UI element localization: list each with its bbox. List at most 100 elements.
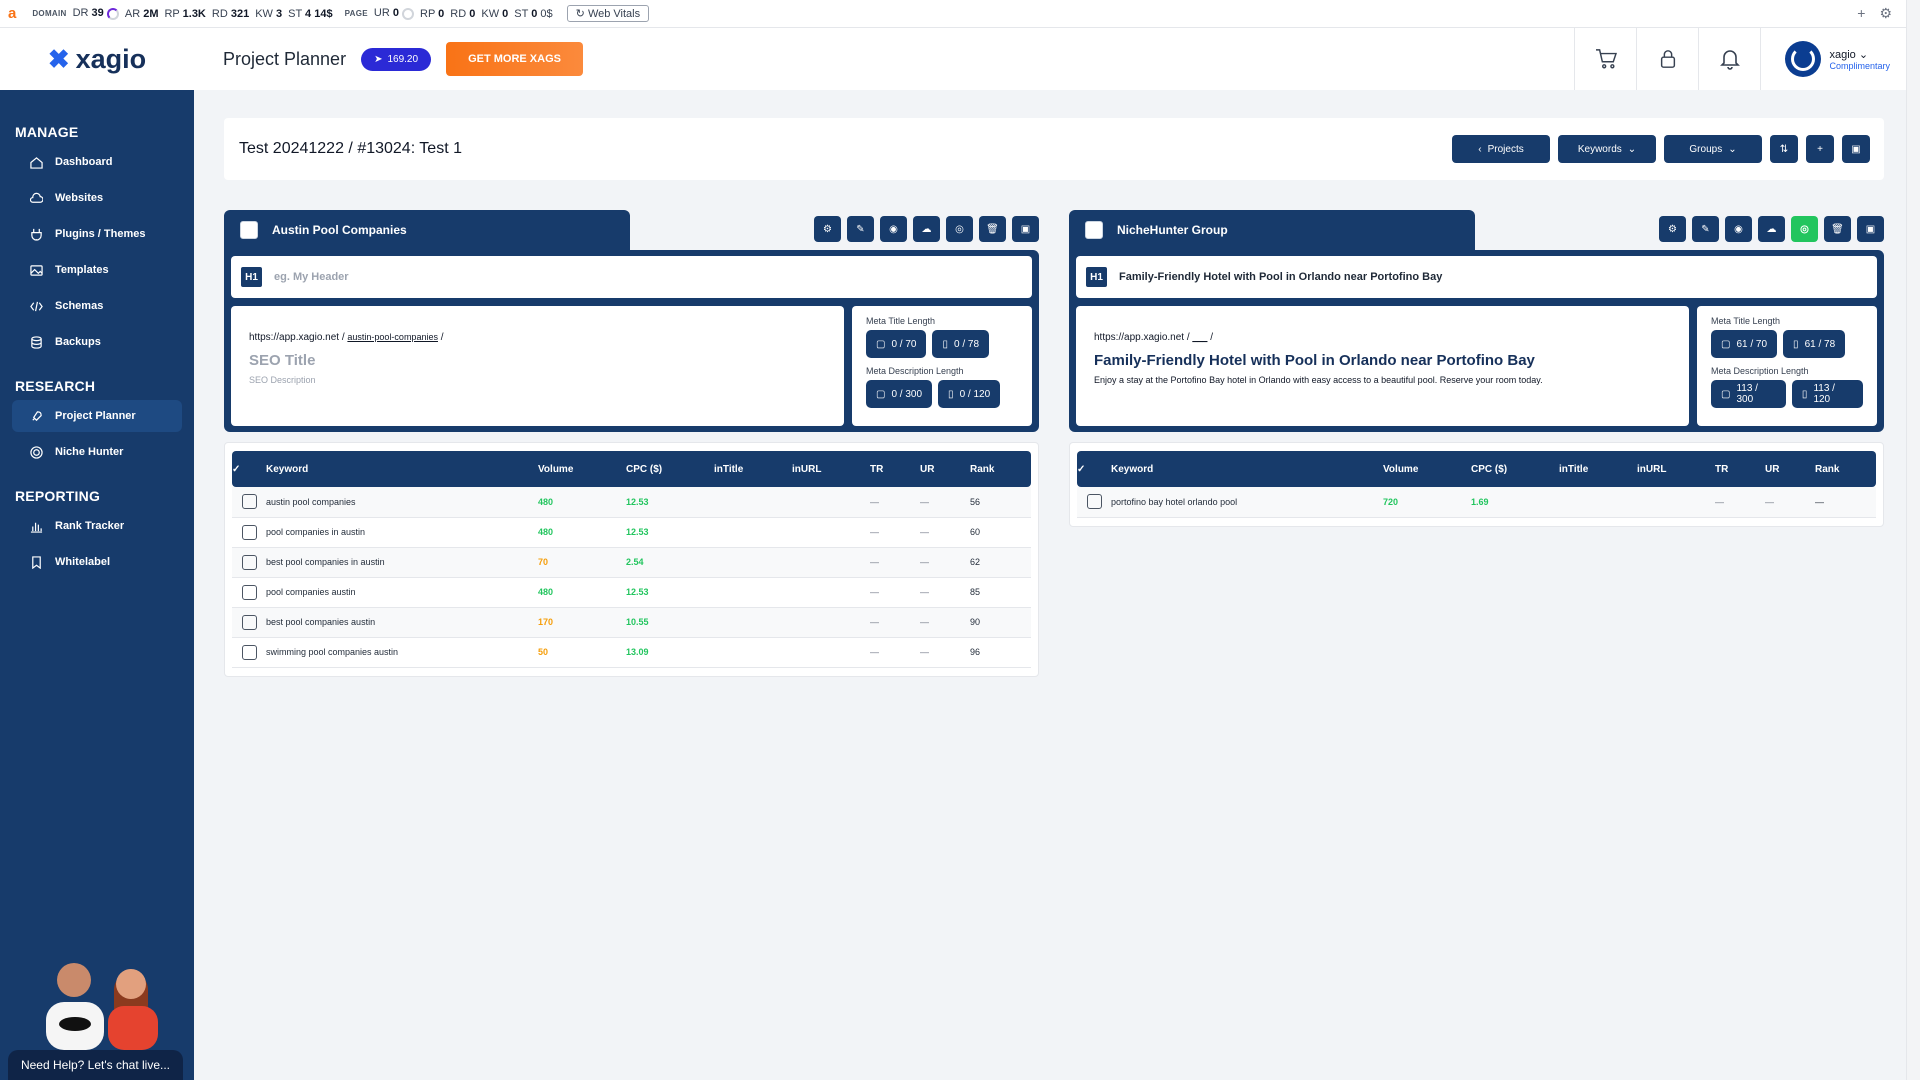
- seo-title[interactable]: SEO Title: [249, 352, 826, 369]
- col-ur[interactable]: UR: [1765, 451, 1815, 487]
- sidebar-item-backups[interactable]: Backups: [12, 326, 182, 358]
- sidebar-item-rank-tracker[interactable]: Rank Tracker: [12, 510, 182, 542]
- keyword-cell[interactable]: austin pool companies: [266, 487, 538, 518]
- trash-icon[interactable]: 🗑: [1824, 216, 1851, 242]
- meta-title-desktop-badge: ▢ 61 / 70: [1711, 330, 1778, 358]
- seo-title[interactable]: Family-Friendly Hotel with Pool in Orlan…: [1094, 352, 1671, 369]
- seo-description[interactable]: Enjoy a stay at the Portofino Bay hotel …: [1094, 375, 1671, 385]
- table-row[interactable]: best pool companies austin 170 10.55— —90: [232, 607, 1031, 638]
- h1-row[interactable]: H1 Family-Friendly Hotel with Pool in Or…: [1076, 256, 1877, 298]
- table-row[interactable]: portofino bay hotel orlando pool 720 1.69 —…: [1077, 487, 1876, 518]
- cloud-icon[interactable]: ☁: [913, 216, 940, 242]
- cloud-icon[interactable]: ☁: [1758, 216, 1785, 242]
- keyword-cell[interactable]: portofino bay hotel orlando pool: [1111, 487, 1383, 518]
- col-keyword[interactable]: Keyword: [266, 451, 538, 487]
- row-checkbox[interactable]: [241, 554, 257, 570]
- xagio-x-icon: ✖: [47, 43, 70, 74]
- select-all-icon[interactable]: ✓: [232, 451, 266, 487]
- live-chat-widget[interactable]: Need Help? Let's chat live...: [8, 940, 183, 1080]
- meta-title-mobile-badge: ▯ 0 / 78: [932, 330, 990, 358]
- keyword-cell[interactable]: pool companies austin: [266, 577, 538, 608]
- url-slug[interactable]: austin-pool-companies: [347, 332, 438, 342]
- h1-value[interactable]: Family-Friendly Hotel with Pool in Orlan…: [1119, 271, 1442, 283]
- col-tr[interactable]: TR: [870, 451, 920, 487]
- sort-icon[interactable]: ⇅: [1770, 135, 1798, 163]
- bell-icon[interactable]: [1698, 28, 1760, 90]
- h1-row[interactable]: H1 eg. My Header: [231, 256, 1032, 298]
- save-icon[interactable]: ▣: [1857, 216, 1884, 242]
- settings-icon[interactable]: ⚙: [1659, 216, 1686, 242]
- seo-ai-icon[interactable]: ◎: [1791, 216, 1818, 242]
- keywords-dropdown[interactable]: Keywords ⌄: [1558, 135, 1656, 163]
- col-keyword[interactable]: Keyword: [1111, 451, 1383, 487]
- col-rank[interactable]: Rank: [1815, 451, 1876, 487]
- col-rank[interactable]: Rank: [970, 451, 1031, 487]
- projects-button[interactable]: ‹ Projects: [1452, 135, 1550, 163]
- seo-ai-icon[interactable]: ◎: [946, 216, 973, 242]
- col-intitle[interactable]: inTitle: [714, 451, 792, 487]
- col-volume[interactable]: Volume: [538, 451, 626, 487]
- row-checkbox[interactable]: [241, 644, 257, 660]
- lock-icon[interactable]: [1636, 28, 1698, 90]
- col-cpc[interactable]: CPC ($): [626, 451, 714, 487]
- sidebar-item-templates[interactable]: Templates: [12, 254, 182, 286]
- trash-icon[interactable]: 🗑: [979, 216, 1006, 242]
- plus-icon[interactable]: +: [1857, 5, 1865, 22]
- save-icon[interactable]: ▣: [1842, 135, 1870, 163]
- table-row[interactable]: pool companies austin 480 12.53— —85: [232, 577, 1031, 608]
- web-vitals-button[interactable]: ↻ Web Vitals: [566, 5, 650, 22]
- sidebar-item-niche-hunter[interactable]: Niche Hunter: [12, 436, 182, 468]
- sidebar-item-schemas[interactable]: Schemas: [12, 290, 182, 322]
- sidebar-item-websites[interactable]: Websites: [12, 182, 182, 214]
- col-volume[interactable]: Volume: [1383, 451, 1471, 487]
- page-scrollbar[interactable]: [1906, 0, 1920, 1080]
- sidebar-item-project-planner[interactable]: Project Planner: [12, 400, 182, 432]
- keyword-cell[interactable]: pool companies in austin: [266, 517, 538, 548]
- sidebar-item-dashboard[interactable]: Dashboard: [12, 146, 182, 178]
- user-menu[interactable]: xagio ⌄ Complimentary: [1760, 28, 1920, 90]
- keyword-cell[interactable]: swimming pool companies austin: [266, 637, 538, 668]
- cpc-cell: 1.69: [1471, 487, 1559, 518]
- get-more-xags-button[interactable]: GET MORE XAGS: [446, 42, 583, 76]
- group-select-checkbox[interactable]: [240, 221, 258, 239]
- h1-placeholder[interactable]: eg. My Header: [274, 271, 349, 283]
- table-row[interactable]: austin pool companies 480 12.53— —56: [232, 487, 1031, 518]
- hide-icon[interactable]: ◉: [880, 216, 907, 242]
- table-row[interactable]: best pool companies in austin 70 2.54— —62: [232, 547, 1031, 578]
- groups-dropdown[interactable]: Groups ⌄: [1664, 135, 1762, 163]
- col-inurl[interactable]: inURL: [792, 451, 870, 487]
- table-row[interactable]: pool companies in austin 480 12.53— —60: [232, 517, 1031, 548]
- row-checkbox[interactable]: [241, 614, 257, 630]
- settings-icon[interactable]: ⚙: [814, 216, 841, 242]
- notes-icon[interactable]: ✎: [847, 216, 874, 242]
- row-checkbox[interactable]: [241, 494, 257, 510]
- col-cpc[interactable]: CPC ($): [1471, 451, 1559, 487]
- select-all-icon[interactable]: ✓: [1077, 451, 1111, 487]
- keyword-cell[interactable]: best pool companies austin: [266, 607, 538, 638]
- seo-description[interactable]: SEO Description: [249, 375, 826, 385]
- xags-balance-badge[interactable]: ➤ 169.20: [361, 47, 432, 71]
- row-checkbox[interactable]: [1086, 494, 1102, 510]
- save-icon[interactable]: ▣: [1012, 216, 1039, 242]
- intitle-cell: [714, 607, 792, 638]
- row-checkbox[interactable]: [241, 524, 257, 540]
- col-tr[interactable]: TR: [1715, 451, 1765, 487]
- notes-icon[interactable]: ✎: [1692, 216, 1719, 242]
- col-inurl[interactable]: inURL: [1637, 451, 1715, 487]
- xagio-logo[interactable]: ✖ xagio: [0, 44, 194, 75]
- chat-button[interactable]: Need Help? Let's chat live...: [8, 1050, 183, 1080]
- row-checkbox[interactable]: [241, 584, 257, 600]
- col-intitle[interactable]: inTitle: [1559, 451, 1637, 487]
- url-slug[interactable]: ___: [1192, 332, 1207, 342]
- ahrefs-logo[interactable]: a: [8, 5, 16, 22]
- group-select-checkbox[interactable]: [1085, 221, 1103, 239]
- sidebar-item-whitelabel[interactable]: Whitelabel: [12, 546, 182, 578]
- table-row[interactable]: swimming pool companies austin 50 13.09— —9…: [232, 637, 1031, 668]
- cart-icon[interactable]: [1574, 28, 1636, 90]
- col-ur[interactable]: UR: [920, 451, 970, 487]
- sidebar-item-plugins-themes[interactable]: Plugins / Themes: [12, 218, 182, 250]
- settings-icon[interactable]: ⚙: [1879, 5, 1892, 22]
- hide-icon[interactable]: ◉: [1725, 216, 1752, 242]
- keyword-cell[interactable]: best pool companies in austin: [266, 547, 538, 578]
- add-group-icon[interactable]: +: [1806, 135, 1834, 163]
